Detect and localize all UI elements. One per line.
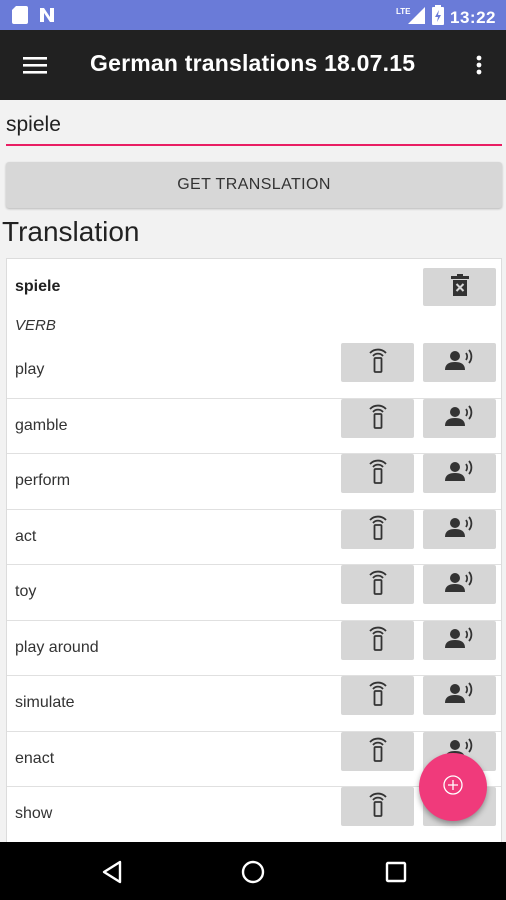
translation-text: show	[15, 805, 53, 822]
page-title: German translations 18.07.15	[90, 50, 416, 76]
get-translation-button[interactable]: GET TRANSLATION	[6, 162, 502, 208]
person-speaking-icon	[444, 515, 475, 543]
translation-text: perform	[15, 472, 71, 489]
speak-phone-button[interactable]	[341, 620, 414, 660]
speak-phone-button[interactable]	[341, 731, 414, 771]
phone-speaker-icon	[367, 569, 389, 600]
back-icon[interactable]	[98, 858, 126, 886]
search-input[interactable]	[6, 108, 502, 142]
person-speaking-icon	[444, 571, 475, 598]
speak-voice-button[interactable]	[423, 454, 496, 493]
translation-text: act	[15, 527, 37, 545]
person-speaking-icon	[444, 349, 475, 376]
part-of-speech: VERB	[15, 317, 56, 334]
translation-text: simulate	[15, 694, 75, 711]
home-icon[interactable]	[239, 858, 267, 886]
speak-voice-button[interactable]	[423, 398, 496, 438]
translation-row: play around	[7, 620, 501, 676]
person-speaking-icon	[444, 682, 475, 709]
speak-voice-button[interactable]	[423, 343, 496, 382]
speak-voice-button[interactable]	[423, 509, 496, 549]
translation-text: toy	[15, 583, 37, 600]
add-fab-button[interactable]	[419, 753, 487, 821]
add-circle-icon	[442, 774, 464, 801]
system-nav-bar	[0, 842, 506, 900]
menu-icon[interactable]	[20, 52, 50, 78]
speak-voice-button[interactable]	[423, 565, 496, 604]
delete-button[interactable]	[423, 268, 496, 306]
speak-phone-button[interactable]	[341, 787, 414, 826]
section-title: Translation	[2, 216, 140, 247]
translation-text: enact	[15, 749, 55, 767]
speak-phone-button[interactable]	[341, 509, 414, 549]
person-speaking-icon	[444, 626, 475, 654]
speak-phone-button[interactable]	[341, 565, 414, 604]
phone-speaker-icon	[367, 680, 389, 711]
phone-speaker-icon	[367, 458, 389, 489]
n-notification-icon	[38, 6, 56, 29]
phone-speaker-icon	[367, 403, 389, 434]
speak-phone-button[interactable]	[341, 454, 414, 493]
lte-label: LTE	[396, 7, 411, 16]
trash-icon	[450, 273, 469, 301]
phone-speaker-icon	[367, 791, 389, 822]
translation-text: play	[15, 361, 45, 378]
sd-card-icon	[12, 6, 28, 29]
word-header: spiele	[7, 259, 501, 313]
status-bar: LTE 13:22	[0, 0, 506, 30]
person-speaking-icon	[444, 404, 475, 432]
battery-icon	[432, 5, 445, 30]
translation-row: perform	[7, 454, 501, 510]
translation-row: simulate	[7, 676, 501, 732]
speak-phone-button[interactable]	[341, 676, 414, 715]
speak-voice-button[interactable]	[423, 620, 496, 660]
search-field-container	[6, 108, 502, 146]
translation-text: play around	[15, 638, 99, 656]
translation-text: gamble	[15, 416, 68, 434]
translation-row: play	[7, 343, 501, 399]
translation-row: act	[7, 509, 501, 565]
translation-row: gamble	[7, 398, 501, 454]
entry-word: spiele	[15, 278, 61, 295]
app-bar: German translations 18.07.15	[0, 30, 506, 100]
speak-phone-button[interactable]	[341, 343, 414, 382]
more-options-icon[interactable]	[464, 50, 494, 80]
phone-speaker-icon	[367, 347, 389, 378]
translation-row: toy	[7, 565, 501, 621]
speak-voice-button[interactable]	[423, 676, 496, 715]
person-speaking-icon	[444, 460, 475, 487]
clock: 13:22	[450, 7, 496, 27]
speak-phone-button[interactable]	[341, 398, 414, 438]
recents-icon[interactable]	[382, 858, 410, 886]
lte-icon: LTE	[396, 5, 426, 30]
phone-speaker-icon	[367, 736, 389, 767]
phone-speaker-icon	[367, 625, 389, 656]
phone-speaker-icon	[367, 514, 389, 545]
